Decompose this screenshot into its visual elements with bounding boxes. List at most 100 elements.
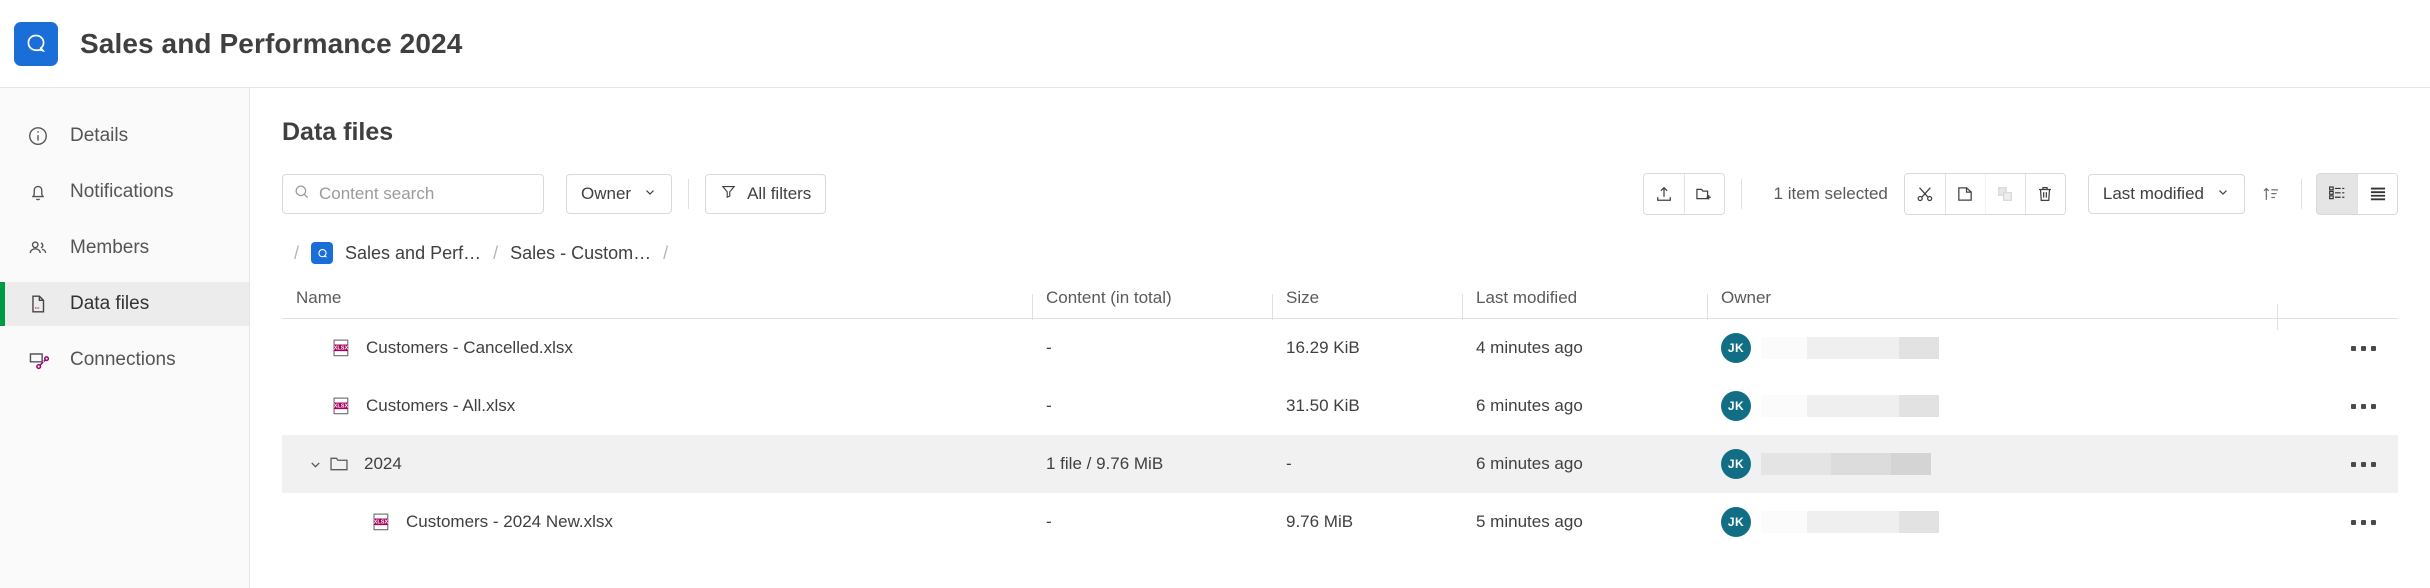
app-logo-icon (14, 21, 58, 66)
cell-size: - (1286, 454, 1292, 473)
copy-icon[interactable] (1944, 174, 1985, 214)
search-input[interactable] (319, 184, 540, 204)
column-header-owner[interactable]: Owner (1707, 288, 2277, 320)
sort-by-button[interactable]: Last modified (2087, 174, 2245, 214)
owner-name-redacted (1761, 337, 1939, 359)
avatar: JK (1721, 507, 1751, 537)
cell-owner: JK (1707, 449, 2277, 479)
breadcrumb-item-1[interactable]: Sales - Custom… (510, 243, 651, 264)
cell-size: 16.29 KiB (1286, 338, 1360, 357)
avatar: JK (1721, 391, 1751, 421)
trash-icon[interactable] (2024, 174, 2065, 214)
data-file-icon (24, 290, 52, 318)
row-overflow-menu-icon[interactable] (2277, 519, 2398, 525)
cell-last-modified: 6 minutes ago (1476, 396, 1583, 415)
paste-icon (1984, 174, 2025, 214)
selection-count-label: 1 item selected (1773, 184, 1888, 203)
cell-content: - (1046, 512, 1052, 531)
cell-last-modified: 4 minutes ago (1476, 338, 1583, 357)
scissors-icon[interactable] (1904, 174, 1945, 214)
avatar: JK (1721, 449, 1751, 479)
sidebar-item-label: Connections (70, 349, 176, 370)
table-row[interactable]: XLSX Customers - Cancelled.xlsx - 16.29 … (282, 319, 2398, 377)
tree-view-icon[interactable] (2317, 174, 2357, 214)
view-toggle-group (2316, 173, 2398, 215)
chevron-down-icon (2216, 184, 2230, 204)
top-bar: Sales and Performance 2024 (0, 0, 2430, 88)
cell-name[interactable]: XLSX Customers - All.xlsx (282, 395, 1032, 417)
app-window: Sales and Performance 2024 Details Notif… (0, 0, 2430, 588)
new-folder-icon[interactable] (1683, 174, 1724, 214)
all-filters-button[interactable]: All filters (705, 174, 827, 214)
column-header-size[interactable]: Size (1272, 288, 1462, 320)
sidebar-item-members[interactable]: Members (0, 226, 249, 270)
svg-text:XLSX: XLSX (374, 520, 389, 526)
table-row[interactable]: XLSX Customers - All.xlsx - 31.50 KiB 6 … (282, 377, 2398, 435)
page-title: Sales and Performance 2024 (80, 27, 463, 59)
owner-filter-label: Owner (581, 184, 632, 203)
cell-name[interactable]: XLSX Customers - Cancelled.xlsx (282, 337, 1032, 359)
breadcrumb-separator: / (493, 242, 499, 263)
cell-name[interactable]: 2024 (282, 453, 1032, 475)
members-icon (24, 234, 52, 262)
svg-text:XLSX: XLSX (334, 404, 349, 410)
section-title: Data files (282, 118, 394, 146)
owner-filter-button[interactable]: Owner (566, 174, 673, 214)
sidebar-item-data-files[interactable]: Data files (0, 282, 249, 326)
svg-text:XLSX: XLSX (334, 346, 349, 352)
table-row[interactable]: 2024 1 file / 9.76 MiB - 6 minutes ago J… (282, 435, 2398, 493)
owner-name-redacted (1761, 511, 1939, 533)
table-body: XLSX Customers - Cancelled.xlsx - 16.29 … (282, 319, 2398, 551)
upload-icon[interactable] (1643, 174, 1684, 214)
row-overflow-menu-icon[interactable] (2277, 345, 2398, 351)
expand-collapse-chevron-icon[interactable] (302, 457, 328, 472)
list-view-icon[interactable] (2357, 174, 2397, 214)
cell-content: - (1046, 396, 1052, 415)
info-icon (24, 122, 52, 150)
cell-size: 9.76 MiB (1286, 512, 1354, 531)
xlsx-file-icon: XLSX (330, 395, 352, 417)
sidebar-item-connections[interactable]: Connections (0, 338, 249, 382)
search-input-wrapper[interactable] (282, 174, 544, 214)
folder-icon (328, 453, 350, 475)
owner-name-redacted (1761, 395, 1939, 417)
row-overflow-menu-icon[interactable] (2277, 403, 2398, 409)
owner-name-redacted (1761, 453, 1931, 475)
sidebar-item-notifications[interactable]: Notifications (0, 170, 249, 214)
sidebar-item-details[interactable]: Details (0, 114, 249, 158)
cell-last-modified: 6 minutes ago (1476, 454, 1583, 473)
breadcrumb-item-0[interactable]: Sales and Perf… (345, 243, 481, 264)
cell-size: 31.50 KiB (1286, 396, 1360, 415)
sidebar: Details Notifications Members Data files… (0, 88, 250, 588)
xlsx-file-icon: XLSX (370, 511, 392, 533)
row-overflow-menu-icon[interactable] (2277, 461, 2398, 467)
column-header-content[interactable]: Content (in total) (1032, 288, 1272, 320)
chevron-down-icon (643, 184, 657, 204)
column-header-modified[interactable]: Last modified (1462, 288, 1707, 320)
funnel-icon (720, 183, 737, 205)
all-filters-label: All filters (747, 184, 812, 203)
sort-ascending-icon[interactable] (2251, 174, 2291, 214)
breadcrumb-separator: / (663, 242, 669, 263)
file-name-label: Customers - 2024 New.xlsx (406, 512, 613, 531)
cell-content: - (1046, 338, 1052, 357)
sort-by-label: Last modified (2102, 184, 2204, 203)
breadcrumb-app-icon (311, 242, 334, 264)
toolbar: Owner All filters (250, 173, 2430, 215)
toolbar-divider (688, 179, 690, 209)
cell-owner: JK (1707, 333, 2277, 363)
file-name-label: Customers - Cancelled.xlsx (366, 338, 573, 357)
table-header-row: Name Content (in total) Size Last modifi… (282, 277, 2398, 330)
cell-name[interactable]: XLSX Customers - 2024 New.xlsx (282, 511, 1032, 533)
table-row[interactable]: XLSX Customers - 2024 New.xlsx - 9.76 Mi… (282, 493, 2398, 551)
file-actions-group (1642, 173, 1725, 215)
column-header-name[interactable]: Name (282, 288, 1032, 308)
sidebar-item-label: Details (70, 125, 129, 146)
bell-icon (24, 178, 52, 206)
cell-owner: JK (1707, 391, 2277, 421)
data-files-table: Name Content (in total) Size Last modifi… (250, 277, 2430, 551)
sidebar-item-label: Notifications (70, 181, 174, 202)
breadcrumb: / Sales and Perf… / Sales - Custom… / (250, 229, 2430, 277)
